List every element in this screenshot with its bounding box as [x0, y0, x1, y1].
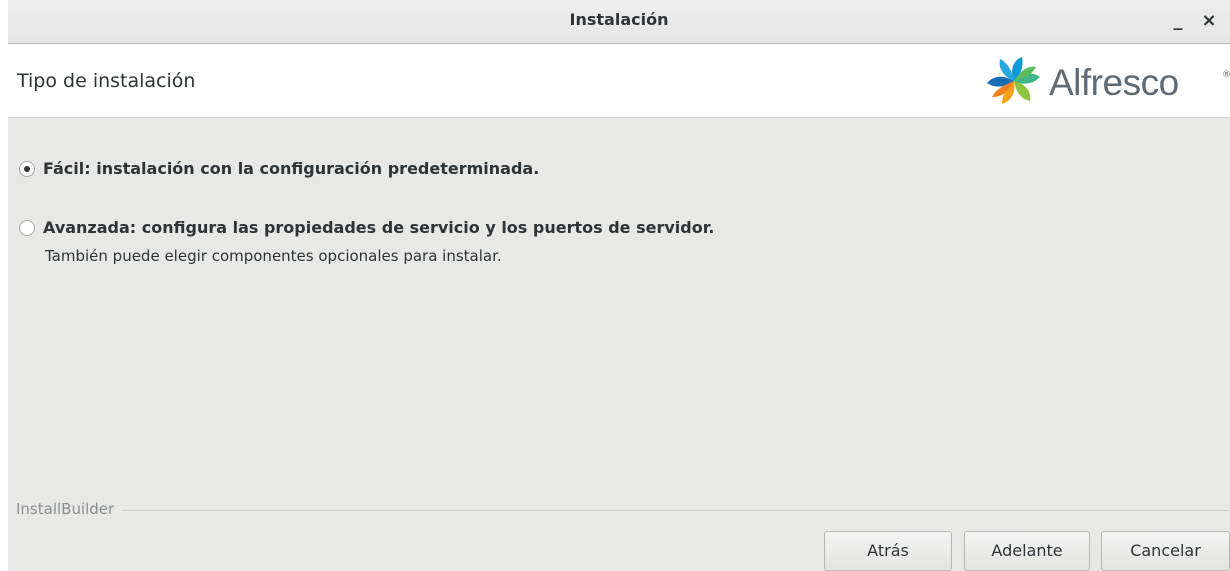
page-header: Tipo de instalación Alfresco ®	[8, 44, 1230, 118]
installbuilder-label: InstallBuilder	[16, 500, 123, 518]
option-advanced-description: También puede elegir componentes opciona…	[45, 247, 502, 265]
minimize-button[interactable]: _	[1165, 8, 1191, 34]
alfresco-flower-icon	[987, 57, 1040, 104]
logo-registered-mark: ®	[1222, 70, 1230, 80]
footer-divider	[16, 510, 1228, 511]
alfresco-logo: Alfresco ®	[976, 52, 1230, 112]
radio-easy[interactable]	[19, 160, 35, 177]
title-bar[interactable]: Instalación _ ×	[8, 0, 1230, 44]
option-easy[interactable]: Fácil: instalación con la configuración …	[19, 159, 539, 178]
installer-window: Instalación _ × Tipo de instalación Alfr…	[8, 0, 1230, 571]
radio-advanced[interactable]	[19, 219, 35, 236]
cancel-button[interactable]: Cancelar	[1101, 531, 1230, 571]
option-advanced[interactable]: Avanzada: configura las propiedades de s…	[19, 218, 714, 237]
logo-wordmark: Alfresco	[1049, 62, 1179, 103]
option-easy-label[interactable]: Fácil: instalación con la configuración …	[43, 159, 539, 178]
option-advanced-label[interactable]: Avanzada: configura las propiedades de s…	[43, 218, 714, 237]
close-button[interactable]: ×	[1196, 8, 1222, 34]
window-title: Instalación	[569, 10, 669, 29]
next-button[interactable]: Adelante	[964, 531, 1090, 571]
page-title: Tipo de instalación	[17, 70, 196, 92]
back-button[interactable]: Atrás	[824, 531, 952, 571]
